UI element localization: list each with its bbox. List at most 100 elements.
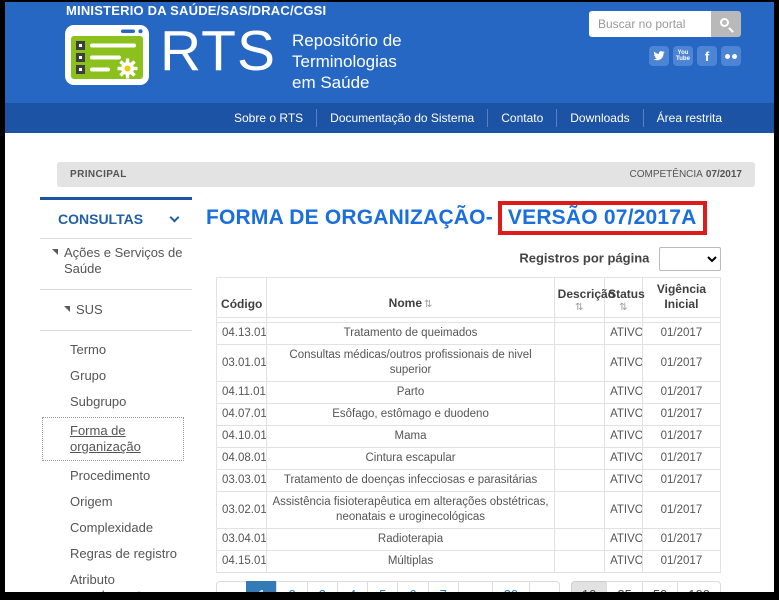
cell-descricao [554,345,604,382]
cell-codigo: 03.03.01 [217,470,267,492]
version-highlight-box: VERSÃO 07/2017A [498,201,707,235]
cell-nome: Esôfago, estômago e duodeno [267,404,554,426]
main-nav: Sobre o RTSDocumentação do SistemaContat… [5,103,774,133]
youtube-icon[interactable]: You Tube [673,46,693,66]
cell-status: ATIVO [605,426,643,448]
cell-nome: Consultas médicas/outros profissionais d… [267,345,554,382]
page-button-3[interactable]: 3 [307,581,338,600]
nav-item-contato[interactable]: Contato [487,109,556,127]
page-button-1[interactable]: 1 [246,581,277,600]
cell-descricao [554,404,604,426]
facebook-icon[interactable]: f [697,46,717,66]
site-header: MINISTERIO DA SAÚDE/SAS/DRAC/CGSI [5,2,774,103]
page-size-button-25[interactable]: 25 [606,581,642,600]
portal-search [589,11,741,37]
cell-nome: Assistência fisioterapêutica em alteraçõ… [267,492,554,529]
records-per-page: Registros por página [206,247,721,271]
search-input[interactable] [589,11,711,37]
table-row: 04.15.01MúltiplasATIVO01/2017 [217,551,721,573]
sidebar-item-forma-de-organizacao[interactable]: Forma de organização [42,417,184,461]
nav-item-sobre-o-rts[interactable]: Sobre o RTS [221,109,316,127]
page-button-6[interactable]: 6 [397,581,428,600]
cell-nome: Tratamento de queimados [267,323,554,345]
browser-screenshot-frame: MINISTERIO DA SAÚDE/SAS/DRAC/CGSI [0,0,779,600]
cell-codigo: 03.02.01 [217,492,267,529]
nav-item-area-restrita[interactable]: Área restrita [643,109,735,127]
expand-marker-icon [52,249,58,255]
chevron-down-icon [170,212,180,222]
cell-descricao [554,426,604,448]
nav-item-documentacao-do-sistema[interactable]: Documentação do Sistema [316,109,487,127]
column-header-status[interactable]: Status ⇅ [605,278,643,318]
sidebar-item-subgrupo[interactable]: Subgrupo [40,389,192,415]
page-size-button-50[interactable]: 50 [642,581,678,600]
sidebar-item-complexidade[interactable]: Complexidade [40,515,192,541]
column-header-codigo: Código [217,278,267,318]
cell-status: ATIVO [605,551,643,573]
cell-status: ATIVO [605,404,643,426]
sort-icon: ⇅ [608,303,639,312]
sidebar-item-label: Regras de registro [70,546,177,561]
cell-vigencia_inicial: 01/2017 [642,426,720,448]
page-size-button-10[interactable]: 10 [571,581,607,600]
table-row: 04.10.01MamaATIVO01/2017 [217,426,721,448]
cell-nome: Radioterapia [267,529,554,551]
table-row: 03.02.01Assistência fisioterapêutica em … [217,492,721,529]
page-button-39[interactable]: 39 [492,581,530,600]
flickr-icon[interactable] [721,46,741,66]
page-button-4[interactable]: 4 [337,581,368,600]
cell-status: ATIVO [605,345,643,382]
sidebar-item-acoes-e-servicos-de-saude[interactable]: Ações e Serviços de Saúde [40,239,192,283]
nav-item-downloads[interactable]: Downloads [556,109,642,127]
sidebar-item-label: SUS [76,302,103,317]
cell-codigo: 04.15.01 [217,551,267,573]
sidebar-item-grupo[interactable]: Grupo [40,363,192,389]
next-page-button[interactable]: » [529,581,560,600]
records-per-page-select[interactable] [659,247,721,271]
sidebar-item-sus[interactable]: SUS [40,296,192,324]
table-row: 03.01.01Consultas médicas/outros profiss… [217,345,721,382]
sidebar-item-regras-de-registro[interactable]: Regras de registro [40,541,192,567]
sidebar-item-atributo-complementar[interactable]: Atributo complementar [40,567,192,600]
sidebar-item-label: Forma de organização [70,423,141,454]
column-label: Descrição [558,287,615,301]
competencia-value: 07/2017 [706,169,742,180]
page-button-7[interactable]: 7 [428,581,459,600]
page-size-button-100[interactable]: 100 [677,581,721,600]
cell-codigo: 04.08.01 [217,448,267,470]
table-header-row: CódigoNome⇅Descrição⇅ Status ⇅ Vigência Ini… [217,278,721,318]
cell-status: ATIVO [605,492,643,529]
sidebar-item-procedimento[interactable]: Procedimento [40,463,192,489]
cell-codigo: 04.07.01 [217,404,267,426]
sidebar-item-origem[interactable]: Origem [40,489,192,515]
sidebar-title-consultas[interactable]: CONSULTAS [40,197,192,239]
search-button[interactable] [711,11,741,37]
cell-vigencia_inicial: 01/2017 [642,448,720,470]
cell-vigencia_inicial: 01/2017 [642,382,720,404]
sidebar-item-termo[interactable]: Termo [40,337,192,363]
cell-descricao [554,529,604,551]
sidebar-item-label: Ações e Serviços de Saúde [64,245,183,276]
cell-codigo: 04.10.01 [217,426,267,448]
column-header-descricao[interactable]: Descrição⇅ [554,278,604,318]
brand: RTS Repositório de Terminologias em Saúd… [65,25,402,93]
table-row: 04.08.01Cintura escapularATIVO01/2017 [217,448,721,470]
cell-status: ATIVO [605,448,643,470]
cell-status: ATIVO [605,529,643,551]
sidebar: CONSULTAS Ações e Serviços de Saúde SUS Te… [40,197,192,600]
page-ellipsis: ... [458,581,493,600]
cell-vigencia_inicial: 01/2017 [642,404,720,426]
sidebar-item-label: Atributo complementar [70,572,152,600]
cell-vigencia_inicial: 01/2017 [642,492,720,529]
twitter-icon[interactable] [649,46,669,66]
column-header-vigencia-inicial: Vigência Inicial [642,278,720,318]
column-label: Status [608,287,645,301]
rts-logo-icon [65,25,149,85]
sidebar-item-label: Procedimento [70,468,150,483]
column-header-nome[interactable]: Nome⇅ [267,278,554,318]
page-button-2[interactable]: 2 [276,581,307,600]
table-row: 04.07.01Esôfago, estômago e duodeno ATIVO… [217,404,721,426]
prev-page-button[interactable]: « [216,581,247,600]
page-button-5[interactable]: 5 [367,581,398,600]
column-label: Vigência Inicial [657,282,706,311]
